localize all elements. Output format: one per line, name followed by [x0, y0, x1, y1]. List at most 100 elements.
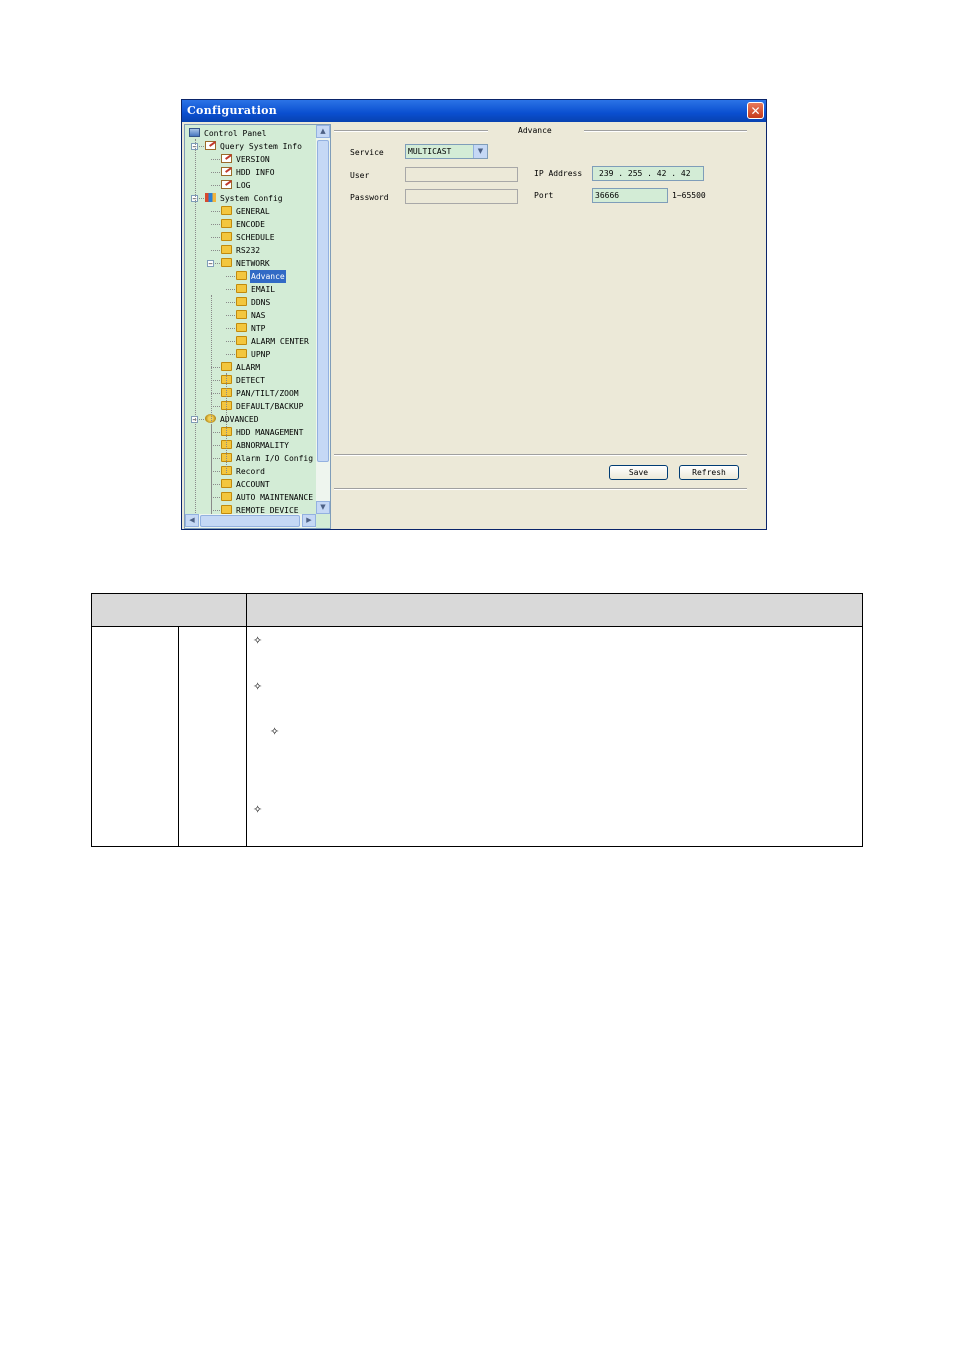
tree-item-label: RS232	[236, 246, 261, 255]
tree-item-record[interactable]: Record	[221, 465, 266, 478]
close-button[interactable]: ✕	[747, 102, 764, 119]
document-icon	[221, 167, 232, 176]
save-button[interactable]: Save	[609, 465, 668, 480]
table-cell	[246, 626, 863, 847]
tree-item-schedule[interactable]: SCHEDULE	[221, 231, 276, 244]
tree-connector	[211, 237, 220, 238]
advance-panel: Advance Service MULTICAST ▼ User Passwor…	[334, 124, 764, 527]
folder-icon	[221, 362, 232, 371]
tree-item-alarm-i-o-config[interactable]: Alarm I/O Config	[221, 452, 314, 465]
tree-item-upnp[interactable]: UPNP	[236, 348, 271, 361]
tree-item-query-system-info[interactable]: Query System Info	[205, 140, 303, 153]
tree-item-abnormality[interactable]: ABNORMALITY	[221, 439, 290, 452]
tree-connector	[211, 445, 220, 446]
tree-connector	[211, 510, 220, 511]
chevron-down-icon[interactable]: ▼	[473, 145, 487, 158]
tree-item-label: DETECT	[236, 376, 265, 385]
tree-item-detect[interactable]: DETECT	[221, 374, 266, 387]
tree-item-version[interactable]: VERSION	[221, 153, 271, 166]
tree-item-ddns[interactable]: DDNS	[236, 296, 271, 309]
service-select[interactable]: MULTICAST ▼	[405, 144, 488, 159]
folder-icon	[221, 219, 232, 228]
password-label: Password	[350, 193, 389, 202]
folder-icon	[236, 310, 247, 319]
scroll-up-button[interactable]: ▲	[316, 125, 330, 138]
ip-address-field[interactable]: 239 . 255 . 42 . 42	[592, 166, 704, 181]
config-tree: Control Panel − Query System Info VERSION HD…	[184, 124, 331, 529]
tree-connector	[226, 289, 235, 290]
service-value: MULTICAST	[408, 147, 452, 156]
tree-item-advance[interactable]: Advance	[236, 270, 286, 283]
bullet-icon: ✧	[270, 725, 280, 738]
button-divider-top	[334, 454, 747, 456]
tree-item-auto-maintenance[interactable]: AUTO MAINTENANCE	[221, 491, 314, 504]
tree-item-hdd-info[interactable]: HDD INFO	[221, 166, 276, 179]
tree-item-remote-device[interactable]: REMOTE DEVICE	[221, 504, 300, 514]
tree-item-label: GENERAL	[236, 207, 270, 216]
section-divider-right	[584, 130, 747, 132]
tree-item-label: PAN/TILT/ZOOM	[236, 389, 299, 398]
section-divider-left	[334, 130, 488, 132]
port-field[interactable]: 36666	[592, 188, 668, 203]
tree-item-ntp[interactable]: NTP	[236, 322, 266, 335]
title-bar[interactable]: Configuration ✕	[182, 100, 766, 122]
tree-item-email[interactable]: EMAIL	[236, 283, 276, 296]
folder-icon	[221, 479, 232, 488]
tree-item-hdd-management[interactable]: HDD MANAGEMENT	[221, 426, 304, 439]
table-cell	[91, 626, 179, 847]
table-header-cell	[246, 593, 863, 627]
tree-connector	[226, 315, 235, 316]
tree-horizontal-scrollbar[interactable]: ◀ ▶	[185, 514, 316, 528]
tree-item-control-panel[interactable]: Control Panel	[189, 127, 268, 140]
parameter-table	[91, 593, 863, 847]
tree-item-alarm[interactable]: ALARM	[221, 361, 261, 374]
system-config-icon	[205, 193, 216, 202]
control-panel-icon	[189, 128, 200, 137]
password-field[interactable]	[405, 189, 518, 204]
tree-item-label: SCHEDULE	[236, 233, 275, 242]
tree-connector	[211, 172, 220, 173]
scroll-thumb[interactable]	[317, 140, 329, 462]
folder-icon	[236, 336, 247, 345]
tree-connector	[211, 185, 220, 186]
tree-item-label: ENCODE	[236, 220, 265, 229]
tree-vertical-scrollbar[interactable]: ▲ ▼	[316, 125, 330, 514]
port-label: Port	[534, 191, 554, 200]
tree-connector	[211, 159, 220, 160]
tree-item-nas[interactable]: NAS	[236, 309, 266, 322]
tree-item-advanced[interactable]: ADVANCED	[205, 413, 260, 426]
tree-item-system-config[interactable]: System Config	[205, 192, 284, 205]
tree-item-account[interactable]: ACCOUNT	[221, 478, 271, 491]
service-label: Service	[350, 148, 384, 157]
document-icon	[205, 141, 216, 150]
document-icon	[221, 180, 232, 189]
tree-item-alarm-center[interactable]: ALARM CENTER	[236, 335, 310, 348]
scroll-left-button[interactable]: ◀	[185, 514, 199, 527]
tree-guide-line	[195, 139, 196, 514]
tree-guide-line	[226, 373, 227, 473]
tree-item-log[interactable]: LOG	[221, 179, 251, 192]
tree-connector	[211, 458, 220, 459]
folder-icon	[221, 232, 232, 241]
horizontal-scroll-thumb[interactable]	[200, 515, 300, 527]
folder-icon	[221, 206, 232, 215]
tree-item-label: HDD INFO	[236, 168, 275, 177]
configuration-window: Configuration ✕ Control Panel − Query Syst…	[181, 99, 767, 530]
tree-connector	[211, 380, 220, 381]
scroll-down-button[interactable]: ▼	[316, 501, 330, 514]
tree-item-general[interactable]: GENERAL	[221, 205, 271, 218]
tree-item-encode[interactable]: ENCODE	[221, 218, 266, 231]
tree-item-label: Advance	[250, 270, 286, 283]
tree-connector	[211, 393, 220, 394]
tree-item-pan-tilt-zoom[interactable]: PAN/TILT/ZOOM	[221, 387, 300, 400]
user-field[interactable]	[405, 167, 518, 182]
tree-item-default-backup[interactable]: DEFAULT/BACKUP	[221, 400, 304, 413]
tree-item-network[interactable]: NETWORK	[221, 257, 271, 270]
scroll-right-button[interactable]: ▶	[302, 514, 316, 527]
tree-item-rs232[interactable]: RS232	[221, 244, 261, 257]
tree-item-label: ABNORMALITY	[236, 441, 289, 450]
collapse-toggle[interactable]: −	[207, 260, 214, 268]
tree-item-label: Record	[236, 467, 265, 476]
folder-icon	[221, 245, 232, 254]
refresh-button[interactable]: Refresh	[679, 465, 739, 480]
